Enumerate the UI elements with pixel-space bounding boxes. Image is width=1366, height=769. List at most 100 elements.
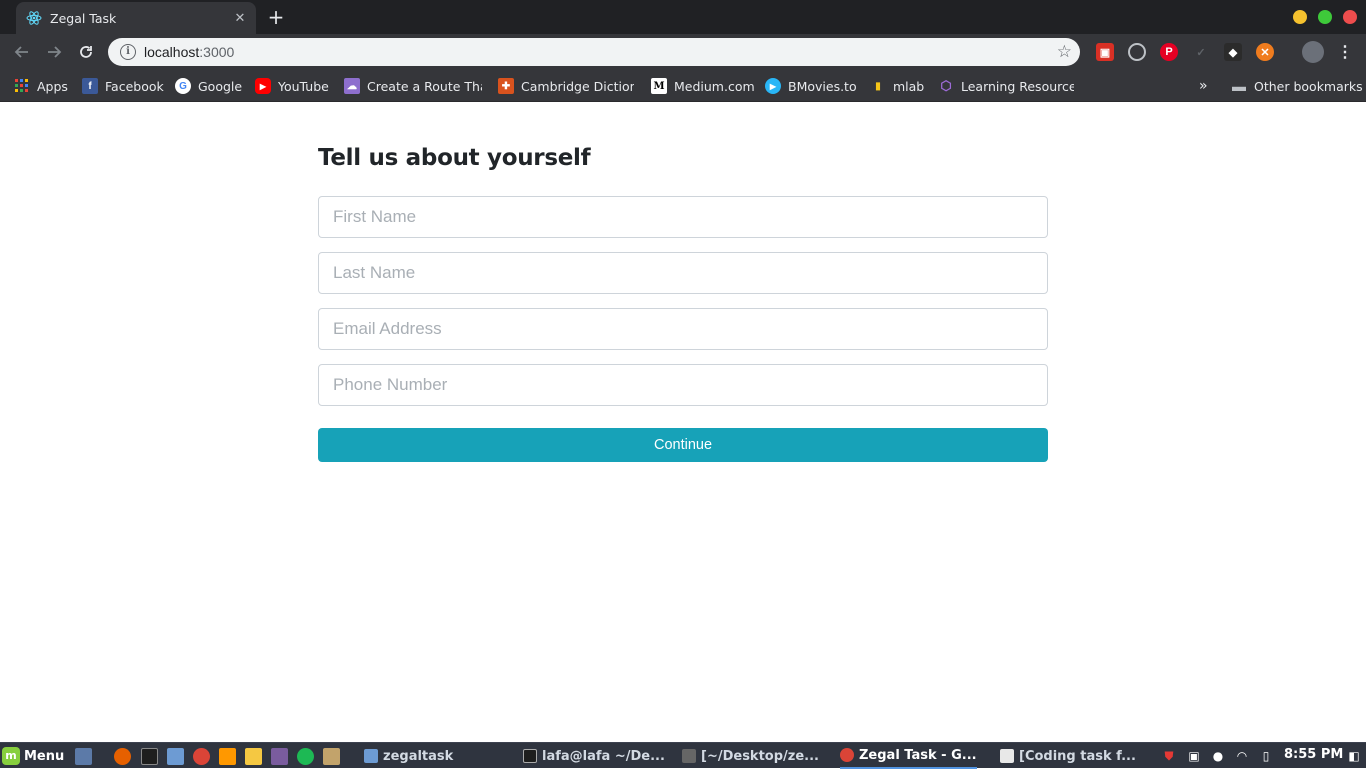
extension-dark-icon[interactable]: ◆ — [1224, 43, 1242, 61]
clipboard-icon[interactable]: ▣ — [1186, 748, 1202, 764]
profile-avatar[interactable] — [1302, 41, 1324, 63]
minimize-window-button[interactable] — [1293, 10, 1307, 24]
bookmark-label: Facebook — [105, 78, 164, 94]
extension-target-icon[interactable] — [1128, 43, 1146, 61]
sublime-icon — [682, 749, 696, 763]
taskbar-window-label: lafa@lafa ~/De... — [542, 748, 665, 764]
bookmark-google[interactable]: G Google — [175, 76, 242, 96]
chrome-icon — [840, 748, 854, 762]
pinterest-icon[interactable]: P — [1160, 43, 1178, 61]
bookmark-star-icon[interactable]: ☆ — [1057, 42, 1072, 62]
battery-icon[interactable]: ▯ — [1258, 748, 1274, 764]
user-icon[interactable]: ● — [1210, 748, 1226, 764]
bookmark-youtube[interactable]: ▶ YouTube — [255, 76, 329, 96]
browser-tab-strip: Zegal Task ✕ + — [0, 0, 1366, 34]
bookmark-bmovies[interactable]: ▶ BMovies.to — [765, 76, 857, 96]
cloud-icon: ☁ — [344, 78, 360, 94]
email-address-input[interactable] — [318, 308, 1048, 350]
extension-orange-icon[interactable]: ✕ — [1256, 43, 1274, 61]
bookmark-label: Create a Route That — [367, 78, 482, 94]
image-viewer-launcher-icon[interactable] — [323, 748, 340, 765]
taskbar-window-label: [Coding task f... — [1019, 748, 1136, 764]
bookmark-label: Cambridge Dictiona — [521, 78, 634, 94]
sublime-launcher-icon[interactable] — [219, 748, 236, 765]
taskbar-window-label: zegaltask — [383, 748, 454, 764]
taskbar-window-document[interactable]: [Coding task f... — [1000, 743, 1136, 769]
back-button[interactable] — [10, 40, 34, 64]
forward-button[interactable] — [42, 40, 66, 64]
show-desktop-icon[interactable] — [75, 748, 92, 765]
bookmarks-bar: Apps f Facebook G Google ▶ YouTube ☁ Cre… — [0, 70, 1366, 102]
shield-icon[interactable]: ⛊ — [1161, 748, 1177, 764]
bookmark-medium[interactable]: M Medium.com — [651, 76, 755, 96]
chrome-launcher-icon[interactable] — [193, 748, 210, 765]
bookmark-apps[interactable]: Apps — [14, 76, 68, 96]
facebook-icon: f — [82, 78, 98, 94]
show-desktop-edge-icon[interactable]: ◧ — [1346, 748, 1362, 764]
medium-icon: M — [651, 78, 667, 94]
other-bookmarks-label: Other bookmarks — [1254, 78, 1363, 94]
taskbar-window-label: Zegal Task - G... — [859, 747, 977, 763]
browser-toolbar: i localhost:3000 ☆ ▣ P ✓ ◆ ✕ ⋮ — [0, 34, 1366, 70]
tab-title: Zegal Task — [50, 10, 117, 26]
info-icon[interactable]: i — [120, 44, 136, 60]
page-content: Tell us about yourself Continue — [0, 103, 1366, 742]
clock[interactable]: 8:55 PM — [1284, 747, 1343, 762]
video-launcher-icon[interactable] — [271, 748, 288, 765]
last-name-input[interactable] — [318, 252, 1048, 294]
bookmark-label: Learning Resources — [961, 78, 1074, 94]
bookmark-facebook[interactable]: f Facebook — [82, 76, 164, 96]
taskbar-window-sublime[interactable]: [~/Desktop/ze... — [682, 743, 819, 769]
arrow-right-icon — [48, 46, 62, 58]
extension-red-icon[interactable]: ▣ — [1096, 43, 1114, 61]
first-name-input[interactable] — [318, 196, 1048, 238]
close-tab-icon[interactable]: ✕ — [232, 11, 248, 26]
address-bar[interactable]: i localhost:3000 ☆ — [108, 38, 1080, 66]
menu-label: Menu — [24, 748, 65, 764]
taskbar-window-zegaltask[interactable]: zegaltask — [364, 743, 453, 769]
reload-button[interactable] — [74, 40, 98, 64]
reload-icon — [80, 46, 92, 58]
bookmarks-overflow-button[interactable]: » — [1199, 76, 1208, 96]
mint-logo-icon: m — [2, 747, 20, 765]
checkmark-icon[interactable]: ✓ — [1192, 43, 1210, 61]
bookmark-label: YouTube — [278, 78, 329, 94]
bookmark-label: Apps — [37, 78, 68, 94]
apps-grid-icon — [14, 78, 30, 94]
new-tab-button[interactable]: + — [264, 6, 288, 30]
browser-tab[interactable]: Zegal Task ✕ — [16, 2, 256, 34]
bookmark-label: Medium.com — [674, 78, 755, 94]
phone-number-input[interactable] — [318, 364, 1048, 406]
bookmark-create-route[interactable]: ☁ Create a Route That — [344, 76, 482, 96]
url-host: localhost — [144, 44, 200, 60]
close-window-button[interactable] — [1343, 10, 1357, 24]
double-chevron-right-icon: » — [1199, 78, 1208, 94]
bookmark-cambridge[interactable]: ✚ Cambridge Dictiona — [498, 76, 634, 96]
bookmark-label: mlab — [893, 78, 925, 94]
terminal-launcher-icon[interactable] — [141, 748, 158, 765]
taskbar-window-chrome[interactable]: Zegal Task - G... — [840, 743, 977, 769]
os-taskbar: m Menu zegaltask lafa@lafa ~/De... [~/De… — [0, 742, 1366, 769]
cambridge-crest-icon: ✚ — [498, 78, 514, 94]
youtube-icon: ▶ — [255, 78, 271, 94]
notes-launcher-icon[interactable] — [245, 748, 262, 765]
other-bookmarks-folder[interactable]: ▬ Other bookmarks — [1231, 76, 1363, 96]
bookmark-label: Google — [198, 78, 243, 94]
spotify-launcher-icon[interactable] — [297, 748, 314, 765]
firefox-icon[interactable] — [114, 748, 131, 765]
bookmark-mlab[interactable]: ▮ mlab — [870, 76, 924, 96]
url-port: :3000 — [199, 44, 235, 60]
more-menu-icon[interactable]: ⋮ — [1336, 43, 1354, 61]
wifi-icon[interactable]: ◠ — [1234, 748, 1250, 764]
document-icon — [1000, 749, 1014, 763]
folder-icon: ▬ — [1232, 78, 1246, 94]
bookmark-learning-resources[interactable]: ⬡ Learning Resources — [938, 76, 1074, 96]
continue-button[interactable]: Continue — [318, 428, 1048, 462]
maximize-window-button[interactable] — [1318, 10, 1332, 24]
taskbar-window-terminal[interactable]: lafa@lafa ~/De... — [523, 743, 665, 769]
play-icon: ▶ — [765, 78, 781, 94]
google-icon: G — [175, 78, 191, 94]
start-menu-button[interactable]: m Menu — [2, 746, 64, 766]
files-launcher-icon[interactable] — [167, 748, 184, 765]
terminal-icon — [523, 749, 537, 763]
